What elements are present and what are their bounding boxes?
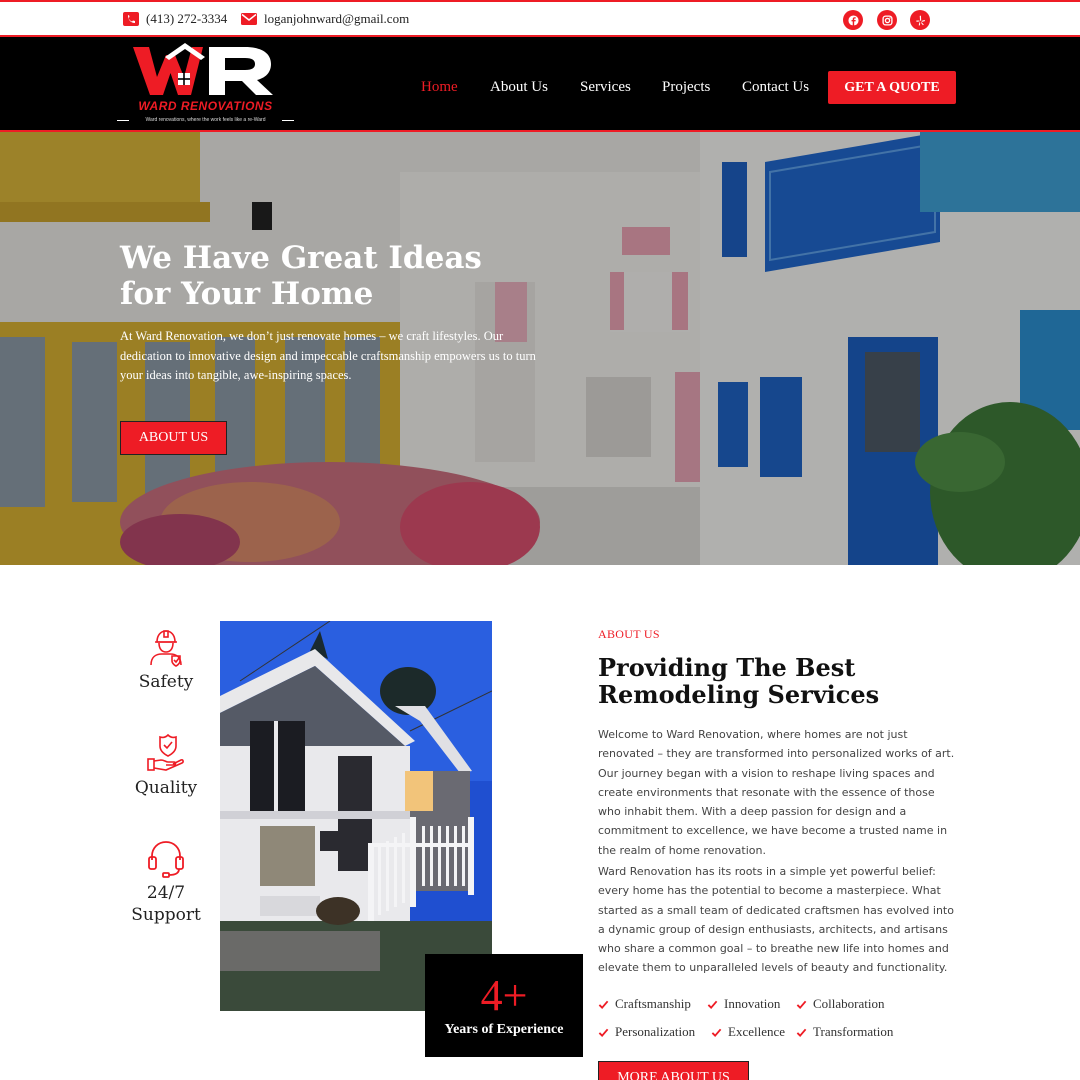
nav-contact-us[interactable]: Contact Us — [742, 79, 809, 96]
check-icon — [707, 1000, 718, 1009]
value-item: Innovation — [707, 996, 780, 1012]
worker-safety-icon — [150, 630, 182, 667]
brand-tagline: Ward renovations, where the work feels l… — [145, 117, 266, 123]
tagline-rule-right — [282, 120, 294, 121]
about-paragraph-1: Welcome to Ward Renovation, where homes … — [598, 728, 955, 857]
value-label: Innovation — [724, 996, 781, 1011]
feature-support-label: 24/7 Support — [131, 883, 201, 925]
value-label: Collaboration — [813, 996, 885, 1011]
feature-safety-label: Safety — [138, 672, 194, 692]
hero-title: We Have Great Ideas for Your Home — [120, 240, 482, 312]
value-label: Personalization — [615, 1024, 696, 1039]
hero-banner: We Have Great Ideas for Your Home At War… — [0, 132, 1080, 565]
more-about-us-button[interactable]: MORE ABOUT US — [598, 1061, 749, 1080]
envelope-icon — [241, 13, 257, 25]
email-contact[interactable]: loganjohnward@gmail.com — [241, 11, 409, 27]
value-item: Craftsmanship — [598, 996, 691, 1012]
phone-icon — [123, 12, 139, 26]
nav-projects[interactable]: Projects — [662, 79, 710, 96]
check-icon — [598, 1028, 609, 1037]
quality-hand-shield-icon — [147, 733, 184, 771]
brand-name: WARD RENOVATIONS — [138, 99, 273, 113]
hero-about-us-button[interactable]: ABOUT US — [120, 421, 227, 455]
yelp-icon[interactable] — [910, 10, 930, 30]
value-item: Transformation — [796, 1024, 893, 1040]
check-icon — [796, 1000, 807, 1009]
value-item: Personalization — [598, 1024, 695, 1040]
top-contact-bar: (413) 272-3334 loganjohnward@gmail.com — [0, 0, 1080, 37]
value-item: Collaboration — [796, 996, 885, 1012]
feature-support: 24/7 Support — [118, 838, 214, 926]
email-address: loganjohnward@gmail.com — [264, 11, 410, 26]
experience-badge: 4+ Years of Experience — [425, 954, 583, 1057]
facebook-icon[interactable] — [843, 10, 863, 30]
about-title: Providing The Best Remodeling Services — [598, 653, 880, 709]
value-label: Transformation — [813, 1024, 894, 1039]
experience-label: Years of Experience — [444, 1022, 564, 1037]
experience-number: 4+ — [480, 971, 528, 1020]
about-eyebrow: ABOUT US — [598, 627, 660, 641]
main-header: WARD RENOVATIONS Ward renovations, where… — [0, 37, 1080, 132]
value-item: Excellence — [711, 1024, 785, 1040]
check-icon — [796, 1028, 807, 1037]
feature-safety: Safety — [118, 627, 214, 693]
feature-quality: Quality — [118, 733, 214, 799]
site-logo[interactable]: WARD RENOVATIONS Ward renovations, where… — [113, 43, 298, 127]
nav-about-us[interactable]: About Us — [490, 79, 548, 96]
phone-number: (413) 272-3334 — [146, 11, 228, 26]
nav-home[interactable]: Home — [421, 79, 458, 96]
value-label: Craftsmanship — [615, 996, 691, 1011]
check-icon — [711, 1028, 722, 1037]
house-photo — [220, 621, 492, 1011]
nav-services[interactable]: Services — [580, 79, 631, 96]
about-paragraph-2: Ward Renovation has its roots in a simpl… — [598, 865, 954, 975]
headset-support-icon — [148, 841, 184, 878]
get-a-quote-button[interactable]: GET A QUOTE — [828, 71, 956, 104]
value-label: Excellence — [728, 1024, 786, 1039]
feature-quality-label: Quality — [134, 778, 198, 798]
phone-contact[interactable]: (413) 272-3334 — [123, 11, 227, 27]
check-icon — [598, 1000, 609, 1009]
hero-description: At Ward Renovation, we don’t just renova… — [120, 329, 536, 382]
instagram-icon[interactable] — [877, 10, 897, 30]
wr-monogram-logo — [133, 43, 273, 95]
